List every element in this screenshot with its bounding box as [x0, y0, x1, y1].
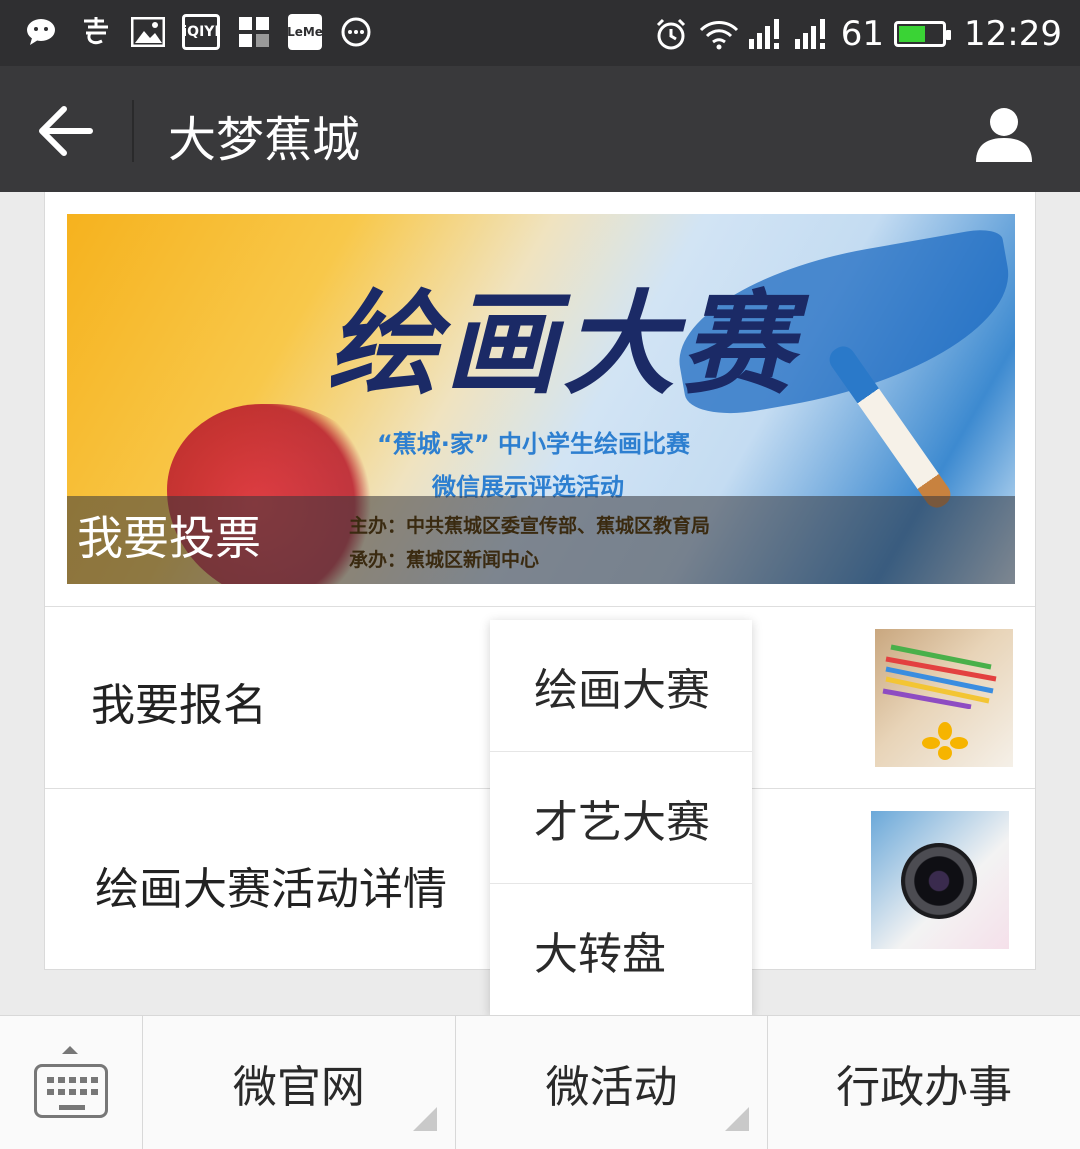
signal-icon-2	[794, 19, 825, 49]
menu-micro-website[interactable]: 微官网	[143, 1016, 456, 1149]
vote-label: 我要投票	[77, 511, 261, 565]
bottom-menu-bar: 微官网 微活动 行政办事	[0, 1015, 1080, 1149]
battery-icon	[894, 21, 952, 47]
menu-administrative-services[interactable]: 行政办事	[768, 1016, 1080, 1149]
submenu-item-talent-contest[interactable]: 才艺大赛	[490, 752, 752, 884]
battery-percent: 61	[840, 14, 885, 54]
camera-lens-thumbnail	[871, 811, 1009, 949]
keyboard-toggle-button[interactable]	[0, 1016, 143, 1149]
iqiyi-label: iQIYI	[182, 24, 220, 40]
notification-icons: iQIYI LeMe	[26, 14, 374, 50]
submenu-item-painting-contest[interactable]: 绘画大赛	[490, 620, 752, 752]
keyboard-icon	[34, 1064, 108, 1118]
gallery-icon	[130, 14, 166, 50]
more-icon	[338, 14, 374, 50]
pencils-image	[882, 644, 997, 709]
title-bar: 大梦蕉城	[0, 66, 1080, 192]
back-arrow-icon	[39, 106, 93, 156]
system-status: 61 12:29	[653, 12, 1062, 56]
art-supplies-thumbnail	[875, 629, 1013, 767]
profile-button[interactable]	[974, 106, 1034, 162]
banner-subtitle-1: “蕉城·家” 中小学生绘画比赛	[377, 430, 691, 458]
menu-micro-activities[interactable]: 微活动	[456, 1016, 769, 1149]
flower-image	[922, 722, 968, 760]
back-button[interactable]	[38, 102, 96, 160]
list-item-label: 我要报名	[91, 680, 267, 731]
page-title: 大梦蕉城	[168, 112, 361, 168]
banner-organizer: 承办：蕉城区新闻中心	[349, 549, 540, 571]
title-divider	[132, 100, 134, 162]
camera-lens-image	[901, 843, 977, 919]
alarm-icon	[656, 18, 685, 50]
menu-label: 微官网	[232, 1061, 365, 1113]
submenu-indicator-icon	[412, 1107, 437, 1131]
menu-label: 微活动	[545, 1061, 678, 1113]
battery-fill	[899, 26, 925, 42]
clock: 12:29	[964, 14, 1062, 54]
submenu-indicator-icon	[725, 1107, 750, 1131]
submenu-item-lucky-wheel[interactable]: 大转盘	[490, 884, 752, 1016]
person-icon	[976, 108, 1032, 162]
leme-label: LeMe	[287, 25, 323, 39]
iqiyi-icon: iQIYI	[182, 14, 220, 50]
wifi-icon	[699, 21, 738, 50]
apps-icon	[236, 14, 272, 50]
list-item-label: 绘画大赛活动详情	[95, 864, 447, 915]
banner-host: 主办：中共蕉城区委宣传部、蕉城区教育局	[349, 515, 711, 537]
leme-icon: LeMe	[287, 14, 323, 50]
yixin-icon	[78, 14, 114, 50]
banner-title: 绘画大赛	[327, 279, 799, 410]
caret-up-icon	[62, 1046, 78, 1054]
vote-banner[interactable]: 绘画大赛 “蕉城·家” 中小学生绘画比赛 微信展示评选活动 我要投票 主办：中共…	[67, 214, 1015, 584]
status-bar: iQIYI LeMe 61 12:29	[0, 0, 1080, 66]
activity-submenu: 绘画大赛 才艺大赛 大转盘	[490, 620, 752, 1016]
signal-icon-1	[748, 19, 779, 49]
menu-label: 行政办事	[836, 1061, 1013, 1113]
wechat-icon	[26, 14, 62, 50]
